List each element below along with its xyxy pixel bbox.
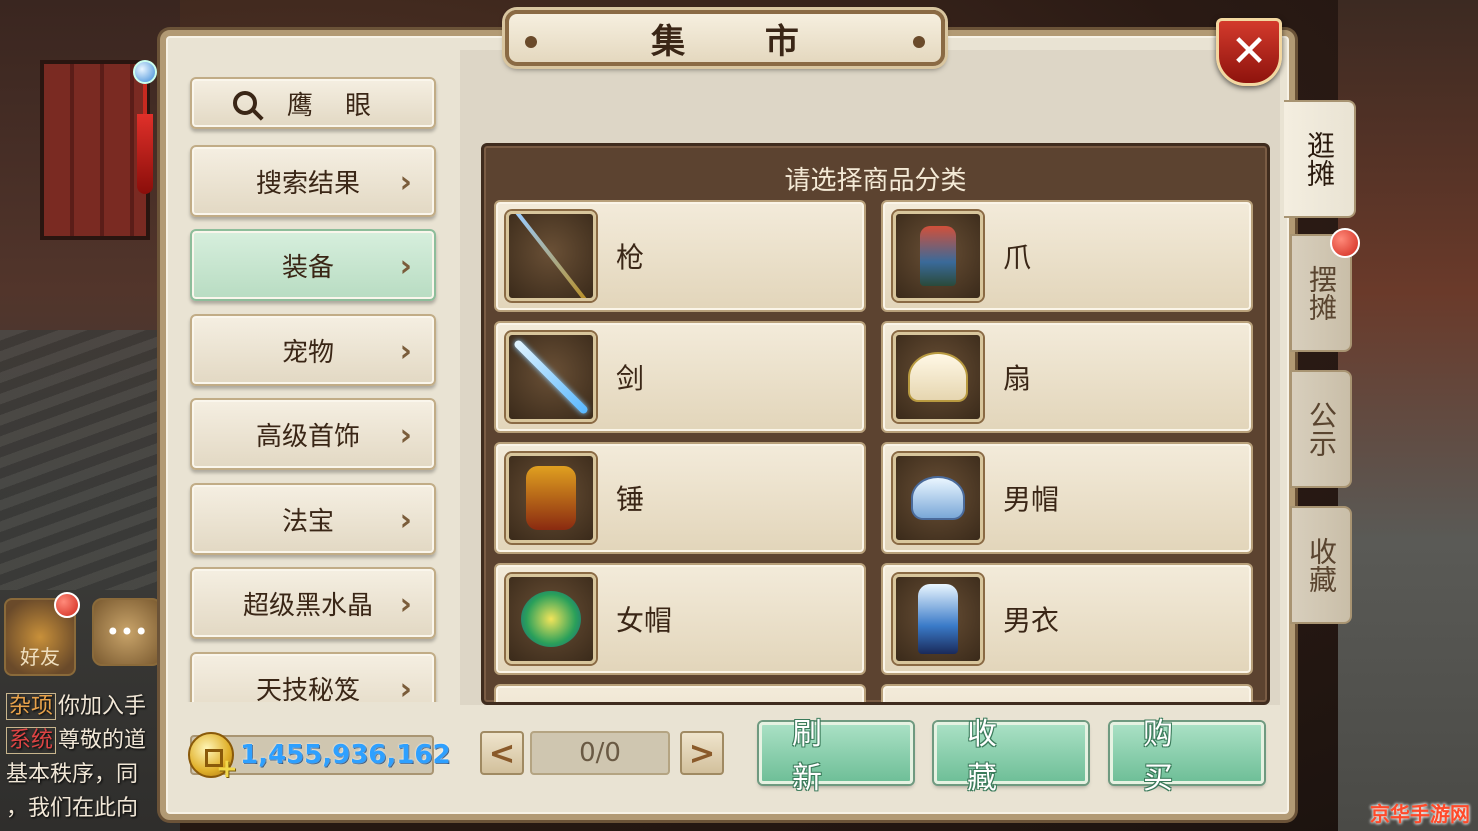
- chat-text: 尊敬的道: [58, 728, 147, 753]
- chevron-right-icon: ›: [399, 672, 412, 702]
- tab-label: 摆摊: [1305, 265, 1338, 321]
- favorite-label: 收藏: [967, 717, 1027, 796]
- friend-notification-dot: [54, 592, 80, 618]
- tab-browse-stalls[interactable]: 逛摊: [1284, 100, 1356, 218]
- category-panel-title: 请选择商品分类: [784, 166, 967, 196]
- background-right: [1338, 0, 1478, 831]
- tab-label: 收藏: [1305, 537, 1338, 593]
- claw-icon: [893, 211, 983, 301]
- watermark-text: 京华手游网: [1370, 801, 1470, 826]
- menu-item-label: 搜索结果: [255, 168, 360, 199]
- menu-item-skill-books[interactable]: 天技秘笈 ›: [190, 652, 436, 702]
- title-plaque: 集 市: [505, 10, 945, 66]
- menu-item-jewelry[interactable]: 高级首饰 ›: [190, 398, 436, 470]
- menu-item-equipment[interactable]: 装备 ›: [190, 229, 436, 301]
- category-card-female-hat[interactable]: 女帽: [494, 563, 866, 675]
- category-menu[interactable]: 鹰 眼 搜索结果 › 装备 › 宠物 › 高级首饰 › 法宝 › 超级黑水晶 ›…: [186, 75, 446, 702]
- chat-line: 基本秩序，同: [0, 758, 170, 792]
- menu-item-label: 装备: [281, 252, 334, 283]
- menu-item-label: 宠物: [281, 337, 334, 368]
- notification-dot: [1330, 228, 1360, 258]
- hammer-icon: [506, 453, 596, 543]
- refresh-label: 刷新: [792, 717, 852, 796]
- menu-item-label: 高级首饰: [255, 421, 360, 452]
- male-hat-icon: [893, 453, 983, 543]
- prev-page-button[interactable]: <: [480, 731, 524, 775]
- chat-text: ，我们在此向: [6, 796, 139, 821]
- menu-item-black-crystal[interactable]: 超级黑水晶 ›: [190, 567, 436, 639]
- close-icon: ✕: [1230, 26, 1268, 77]
- chat-line: 系统 尊敬的道: [0, 724, 170, 758]
- page-indicator: 0/0: [530, 731, 670, 775]
- tassel-ornament: [130, 60, 160, 210]
- chevron-right-icon: ›: [399, 249, 412, 284]
- chat-tag: 系统: [6, 727, 57, 754]
- category-grid[interactable]: 枪 爪 剑 扇 锤 男帽 女帽 男衣: [494, 200, 1259, 702]
- favorite-button[interactable]: 收藏: [934, 717, 1088, 796]
- menu-item-pets[interactable]: 宠物 ›: [190, 314, 436, 386]
- category-card-claw[interactable]: 爪: [881, 200, 1253, 312]
- background-roof: [0, 330, 170, 590]
- close-button[interactable]: ✕: [1216, 18, 1282, 86]
- chat-tag: 杂项: [6, 693, 57, 720]
- category-label: 女帽: [616, 604, 673, 637]
- chevron-right-icon: ›: [399, 418, 412, 453]
- male-robe-icon: [893, 574, 983, 664]
- tab-public-notice[interactable]: 公示: [1290, 370, 1352, 488]
- chevron-right-icon: ›: [399, 503, 412, 538]
- menu-item-label: 超级黑水晶: [242, 590, 373, 621]
- buy-label: 购买: [1143, 717, 1203, 796]
- chevron-right-icon: ›: [399, 587, 412, 622]
- category-panel: 请选择商品分类 枪 爪 剑 扇 锤 男帽 女帽 男衣: [481, 143, 1270, 705]
- menu-item-label: 天技秘笈: [255, 675, 360, 703]
- menu-item-artifacts[interactable]: 法宝 ›: [190, 483, 436, 555]
- category-label: 剑: [616, 362, 645, 395]
- category-label: 男帽: [1003, 483, 1060, 516]
- chevron-right-icon: ›: [399, 165, 412, 200]
- chevron-right-icon: ›: [399, 334, 412, 369]
- chat-text: 你加入手: [58, 694, 147, 719]
- chat-text: 基本秩序，同: [6, 762, 139, 787]
- menu-item-search-results[interactable]: 搜索结果 ›: [190, 145, 436, 217]
- sword-icon: [506, 332, 596, 422]
- category-card-male-hat[interactable]: 男帽: [881, 442, 1253, 554]
- category-label: 爪: [1003, 241, 1032, 274]
- search-icon: [232, 91, 257, 115]
- hawkeye-label: 鹰 眼: [286, 90, 384, 121]
- category-card-partial[interactable]: [494, 684, 866, 702]
- add-currency-icon[interactable]: +: [216, 754, 238, 784]
- chat-line: ，我们在此向: [0, 792, 170, 826]
- chevron-left-icon: <: [488, 734, 516, 772]
- tab-label: 逛摊: [1303, 131, 1336, 187]
- menu-item-label: 法宝: [281, 506, 334, 537]
- category-card-male-robe[interactable]: 男衣: [881, 563, 1253, 675]
- page-text: 0/0: [579, 738, 621, 768]
- watermark: 京华手游网: [1364, 796, 1476, 828]
- spear-icon: [506, 211, 596, 301]
- hawkeye-search-button[interactable]: 鹰 眼: [190, 77, 436, 129]
- friend-label: 好友: [20, 645, 60, 669]
- category-card-fan[interactable]: 扇: [881, 321, 1253, 433]
- category-label: 扇: [1003, 362, 1032, 395]
- chat-log[interactable]: 杂项 你加入手 系统 尊敬的道 基本秩序，同 ，我们在此向: [0, 690, 170, 826]
- category-card-hammer[interactable]: 锤: [494, 442, 866, 554]
- tab-label: 公示: [1305, 401, 1338, 457]
- buy-button[interactable]: 购买: [1110, 717, 1264, 796]
- chevron-right-icon: >: [688, 734, 716, 772]
- tab-favorites[interactable]: 收藏: [1290, 506, 1352, 624]
- currency-amount: 1,455,936,162: [240, 740, 451, 770]
- chat-line: 杂项 你加入手: [0, 690, 170, 724]
- next-page-button[interactable]: >: [680, 731, 724, 775]
- category-label: 枪: [616, 241, 645, 274]
- female-hat-icon: [506, 574, 596, 664]
- category-label: 男衣: [1003, 604, 1060, 637]
- chat-bubble-icon[interactable]: •••: [92, 598, 162, 666]
- category-card-spear[interactable]: 枪: [494, 200, 866, 312]
- fan-icon: [893, 332, 983, 422]
- category-card-partial[interactable]: [881, 684, 1253, 702]
- category-label: 锤: [616, 483, 645, 516]
- category-card-sword[interactable]: 剑: [494, 321, 866, 433]
- page-title: 集 市: [651, 21, 833, 62]
- refresh-button[interactable]: 刷新: [759, 717, 913, 796]
